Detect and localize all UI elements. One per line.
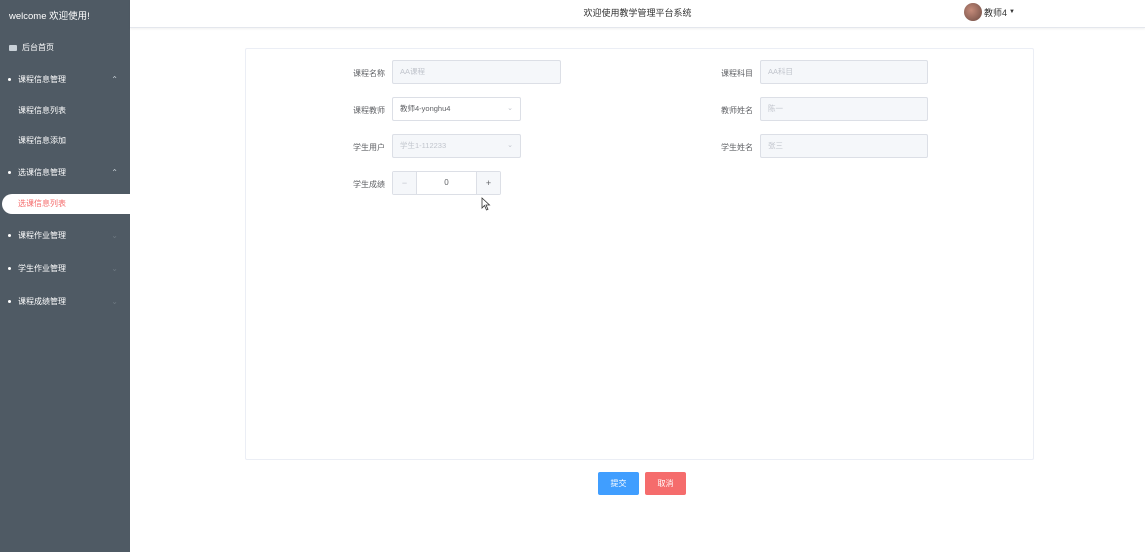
student-user-value: 学生1-112233 <box>400 141 447 150</box>
bullet-icon <box>8 300 11 303</box>
chevron-down-icon: ⌄ <box>507 105 513 112</box>
sidebar-item-home[interactable]: 后台首页 <box>0 33 130 63</box>
teacher-name-label: 教师姓名 <box>721 106 753 115</box>
student-name-field[interactable]: 张三 <box>760 134 928 158</box>
avatar <box>964 3 983 21</box>
mouse-cursor-icon <box>481 197 491 211</box>
submit-button[interactable]: 提交 <box>598 472 639 495</box>
teacher-name-field[interactable]: 陈一 <box>760 97 928 121</box>
sidebar-group-course-score[interactable]: 课程成绩管理 ⌄ <box>0 285 130 318</box>
course-name-field[interactable]: AA课程 <box>392 60 561 84</box>
student-user-select[interactable]: 学生1-112233 ⌄ <box>392 134 521 158</box>
student-score-input[interactable]: 0 <box>417 172 476 194</box>
bullet-icon <box>8 171 11 174</box>
sidebar-group-course-info[interactable]: 课程信息管理 ⌃ <box>0 63 130 96</box>
course-subject-label: 课程科目 <box>721 69 753 78</box>
cancel-button[interactable]: 取消 <box>645 472 686 495</box>
bullet-icon <box>8 267 11 270</box>
course-teacher-select[interactable]: 教师4-yonghu4 ⌄ <box>392 97 521 121</box>
monitor-icon <box>9 45 17 51</box>
chevron-down-icon: ⌄ <box>111 230 118 240</box>
sidebar: welcome 欢迎使用! 后台首页 课程信息管理 ⌃ 课程信息列表 课程信息添… <box>0 0 130 552</box>
sidebar-welcome: welcome 欢迎使用! <box>9 11 90 22</box>
sidebar-item-course-add[interactable]: 课程信息添加 <box>0 126 130 156</box>
sidebar-group-label: 课程信息管理 <box>18 74 66 84</box>
sidebar-group-student-homework[interactable]: 学生作业管理 ⌄ <box>0 252 130 285</box>
sidebar-group-label: 学生作业管理 <box>18 263 66 273</box>
caret-down-icon: ▼ <box>1009 9 1015 15</box>
sidebar-item-course-list[interactable]: 课程信息列表 <box>0 96 130 126</box>
chevron-up-icon: ⌃ <box>111 74 118 84</box>
sidebar-group-label: 选课信息管理 <box>18 167 66 177</box>
sidebar-item-selection-list[interactable]: 选课信息列表 <box>2 194 130 214</box>
top-header: 欢迎使用教学管理平台系统 教师4 ▼ <box>130 0 1145 28</box>
user-name: 教师4 <box>984 7 1008 18</box>
sidebar-group-label: 课程作业管理 <box>18 230 66 240</box>
course-subject-field[interactable]: AA科目 <box>760 60 928 84</box>
sidebar-group-selection-info[interactable]: 选课信息管理 ⌃ <box>0 156 130 189</box>
course-name-label: 课程名称 <box>353 69 385 78</box>
student-score-label: 学生成绩 <box>353 180 385 189</box>
sidebar-item-label: 后台首页 <box>22 43 54 52</box>
sidebar-group-course-homework[interactable]: 课程作业管理 ⌄ <box>0 219 130 252</box>
student-score-stepper[interactable]: − 0 + <box>392 171 501 195</box>
student-user-label: 学生用户 <box>353 143 385 152</box>
decrement-button[interactable]: − <box>393 172 417 194</box>
user-menu[interactable]: 教师4 ▼ <box>964 3 1015 21</box>
student-name-label: 学生姓名 <box>721 143 753 152</box>
increment-button[interactable]: + <box>476 172 500 194</box>
chevron-down-icon: ⌄ <box>111 263 118 273</box>
chevron-down-icon: ⌄ <box>507 142 513 149</box>
bullet-icon <box>8 234 11 237</box>
sidebar-group-label: 课程成绩管理 <box>18 296 66 306</box>
course-teacher-label: 课程教师 <box>353 106 385 115</box>
chevron-up-icon: ⌃ <box>111 167 118 177</box>
bullet-icon <box>8 78 11 81</box>
course-teacher-value: 教师4-yonghu4 <box>400 104 451 113</box>
chevron-down-icon: ⌄ <box>111 296 118 306</box>
